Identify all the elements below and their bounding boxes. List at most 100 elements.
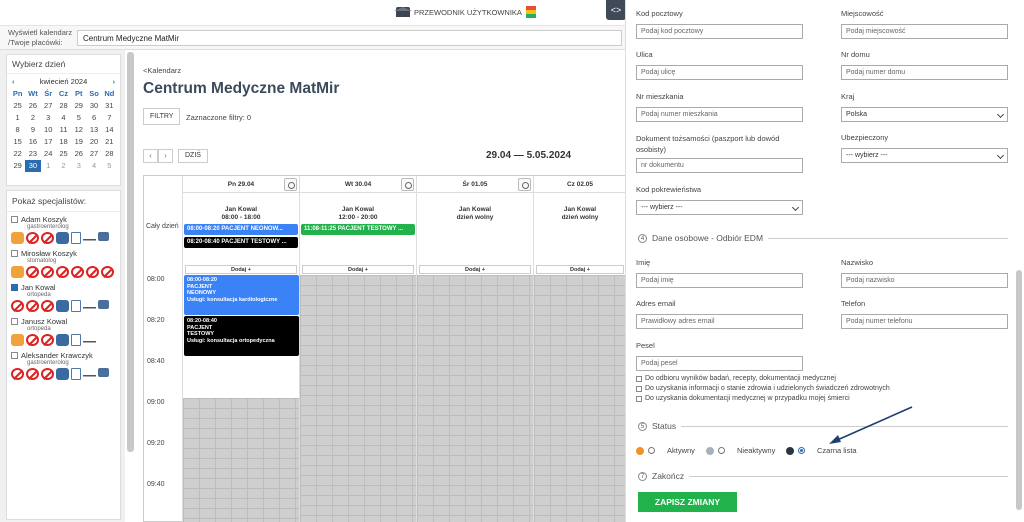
mini-calendar-day[interactable]: 2 xyxy=(25,112,40,124)
allday-event[interactable]: 08:20-08:40 PACJENT TESTOWY ... xyxy=(184,237,298,248)
consent-checkbox[interactable] xyxy=(636,375,642,382)
specialist-checkbox[interactable] xyxy=(11,352,18,359)
mini-calendar-day[interactable]: 28 xyxy=(56,100,71,112)
mini-calendar-day[interactable]: 25 xyxy=(10,100,25,112)
mini-calendar-day[interactable]: 31 xyxy=(102,100,117,112)
form-scrollbar[interactable] xyxy=(1016,270,1022,510)
mini-calendar-day[interactable]: 21 xyxy=(102,136,117,148)
status-active-option[interactable]: Aktywny xyxy=(636,446,695,455)
mini-calendar-day[interactable]: 29 xyxy=(10,160,25,172)
specialist-checkbox-checked[interactable] xyxy=(11,284,18,291)
mini-calendar-day[interactable]: 28 xyxy=(102,148,117,160)
mini-calendar-day[interactable]: 26 xyxy=(25,100,40,112)
kinship-select[interactable]: --- wybierz --- xyxy=(636,200,803,215)
add-event-button[interactable]: Dodaj + xyxy=(419,265,531,274)
specialist-checkbox[interactable] xyxy=(11,250,18,257)
mini-calendar-day[interactable]: 4 xyxy=(56,112,71,124)
postal-code-input[interactable]: Podaj kod pocztowy xyxy=(636,24,803,39)
consent-checkbox[interactable] xyxy=(636,395,642,402)
mini-calendar-day[interactable]: 30 xyxy=(86,100,101,112)
specialist-checkbox[interactable] xyxy=(11,318,18,325)
appointment-block[interactable]: 08:00-08:20 PACJENT NEONOWY Usługi: kons… xyxy=(184,275,299,315)
section-number: 5 xyxy=(638,421,647,431)
appointment-block[interactable]: 08:20-08:40 PACJENT TESTOWY Usługi: kons… xyxy=(184,316,299,356)
mini-calendar-day[interactable]: 1 xyxy=(10,112,25,124)
allday-event[interactable]: 11:08-11:25 PACJENT TESTOWY ... xyxy=(301,224,415,235)
clock-icon[interactable] xyxy=(401,178,414,191)
mini-calendar-day[interactable]: 17 xyxy=(41,136,56,148)
pesel-input[interactable]: Podaj pesel xyxy=(636,356,803,371)
mini-calendar-day[interactable]: 7 xyxy=(102,112,117,124)
mini-calendar-day[interactable]: 29 xyxy=(71,100,86,112)
next-month-button[interactable]: › xyxy=(113,77,116,86)
add-event-button[interactable]: Dodaj + xyxy=(185,265,297,274)
mini-calendar-day[interactable]: 4 xyxy=(86,160,101,172)
mini-calendar-day[interactable]: 6 xyxy=(86,112,101,124)
id-document-input[interactable]: nr dokumentu xyxy=(636,158,803,173)
mini-calendar-day[interactable]: 3 xyxy=(71,160,86,172)
mini-calendar-day[interactable]: 8 xyxy=(10,124,25,136)
mini-calendar-day[interactable]: 2 xyxy=(56,160,71,172)
filters-button[interactable]: FILTRY xyxy=(143,108,181,125)
add-event-button[interactable]: Dodaj + xyxy=(536,265,624,274)
next-week-button[interactable]: › xyxy=(158,149,173,163)
mini-calendar-day[interactable]: 3 xyxy=(41,112,56,124)
flat-number-input[interactable]: Podaj numer mieszkania xyxy=(636,107,803,122)
prev-week-button[interactable]: ‹ xyxy=(143,149,158,163)
allday-event[interactable]: 08:00-08:20 PACJENT NEONOW... xyxy=(184,224,298,235)
clock-icon[interactable] xyxy=(284,178,297,191)
user-guide-link[interactable]: PRZEWODNIK UŻYTKOWNIKA xyxy=(394,6,536,18)
mini-calendar-day[interactable]: 23 xyxy=(25,148,40,160)
mini-calendar-day[interactable]: 18 xyxy=(56,136,71,148)
city-input[interactable]: Podaj miejscowość xyxy=(841,24,1008,39)
mini-calendar-day[interactable]: 15 xyxy=(10,136,25,148)
mini-calendar-day[interactable]: 27 xyxy=(41,100,56,112)
consent-health-info[interactable]: Do uzyskania informacji o stanie zdrowia… xyxy=(636,385,890,392)
mini-calendar-day[interactable]: 25 xyxy=(56,148,71,160)
consent-results[interactable]: Do odbioru wyników badań, recepty, dokum… xyxy=(636,375,836,382)
mini-calendar-day[interactable]: 12 xyxy=(71,124,86,136)
phone-input[interactable]: Podaj numer telefonu xyxy=(841,314,1008,329)
status-inactive-option[interactable]: Nieaktywny xyxy=(706,446,775,455)
mini-calendar-day[interactable]: 26 xyxy=(71,148,86,160)
today-button[interactable]: DZIŚ xyxy=(178,149,208,163)
clock-icon[interactable] xyxy=(518,178,531,191)
specialist-checkbox[interactable] xyxy=(11,216,18,223)
mini-calendar-day[interactable]: 24 xyxy=(41,148,56,160)
status-active-radio[interactable] xyxy=(648,447,655,454)
mini-calendar-day[interactable]: 11 xyxy=(56,124,71,136)
country-select[interactable]: Polska xyxy=(841,107,1008,122)
prev-month-button[interactable]: ‹ xyxy=(12,77,15,86)
mini-calendar-day[interactable]: 16 xyxy=(25,136,40,148)
time-column: Cały dzień 08:00 08:20 08:40 09:00 09:20… xyxy=(144,176,182,522)
status-blacklist-option[interactable]: Czarna lista xyxy=(786,446,857,455)
street-input[interactable]: Podaj ulicę xyxy=(636,65,803,80)
status-inactive-radio[interactable] xyxy=(718,447,725,454)
mini-calendar-day[interactable]: 19 xyxy=(71,136,86,148)
house-number-input[interactable]: Podaj numer domu xyxy=(841,65,1008,80)
mini-calendar-day[interactable]: 5 xyxy=(102,160,117,172)
mini-calendar-day[interactable]: 5 xyxy=(71,112,86,124)
mini-calendar-day[interactable]: 10 xyxy=(41,124,56,136)
mini-calendar-day[interactable]: 14 xyxy=(102,124,117,136)
mini-calendar-day[interactable]: 30 xyxy=(25,160,41,172)
consent-death-docs[interactable]: Do uzyskania dokumentacji medycznej w pr… xyxy=(636,395,850,402)
first-name-input[interactable]: Podaj imię xyxy=(636,273,803,288)
panel-toggle-button[interactable]: <> xyxy=(606,0,626,20)
mini-calendar-day[interactable]: 22 xyxy=(10,148,25,160)
email-input[interactable]: Prawidłowy adres email xyxy=(636,314,803,329)
mini-calendar-day[interactable]: 9 xyxy=(25,124,40,136)
mini-calendar-day[interactable]: 1 xyxy=(41,160,56,172)
last-name-input[interactable]: Podaj nazwisko xyxy=(841,273,1008,288)
calendar-select[interactable]: Centrum Medyczne MatMir xyxy=(77,30,622,46)
mini-calendar-day[interactable]: 27 xyxy=(86,148,101,160)
mini-calendar-day[interactable]: 20 xyxy=(86,136,101,148)
sidebar-scrollbar[interactable] xyxy=(127,52,134,452)
status-blacklist-radio[interactable] xyxy=(798,447,805,454)
save-changes-button[interactable]: ZAPISZ ZMIANY xyxy=(638,492,737,512)
add-event-button[interactable]: Dodaj + xyxy=(302,265,414,274)
back-to-calendar-link[interactable]: <Kalendarz xyxy=(143,66,181,75)
mini-calendar-day[interactable]: 13 xyxy=(86,124,101,136)
consent-checkbox[interactable] xyxy=(636,385,642,392)
insured-select[interactable]: --- wybierz --- xyxy=(841,148,1008,163)
